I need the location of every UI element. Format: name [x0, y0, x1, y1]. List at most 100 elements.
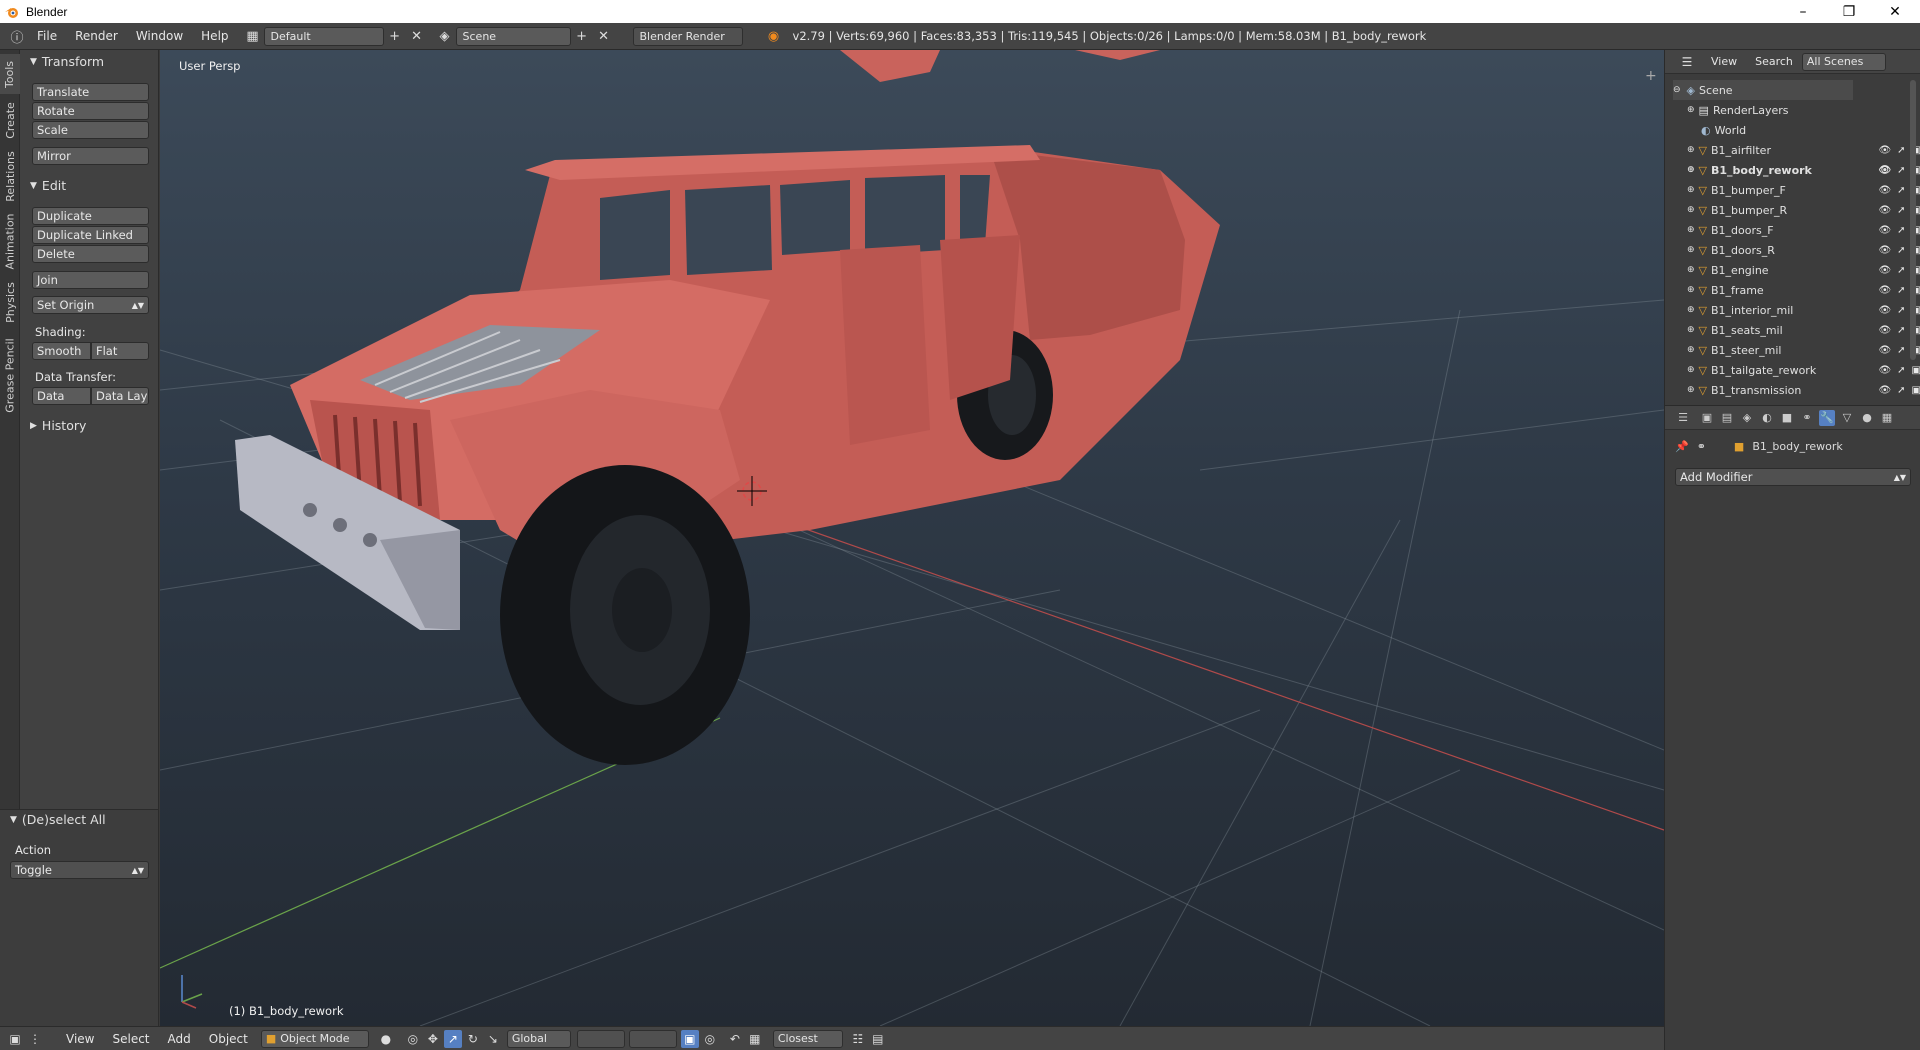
- scene-field[interactable]: Scene: [455, 26, 571, 46]
- remove-layout-icon[interactable]: ✕: [406, 27, 428, 46]
- visibility-eye-icon[interactable]: 👁: [1878, 245, 1891, 256]
- selectable-cursor-icon[interactable]: ➚: [1897, 385, 1905, 396]
- outliner-object-row[interactable]: ⊕▽B1_seats_mil👁➚▣: [1687, 320, 1920, 340]
- smooth-button[interactable]: Smooth: [32, 342, 91, 360]
- visibility-eye-icon[interactable]: 👁: [1878, 285, 1891, 296]
- add-scene-icon[interactable]: +: [571, 27, 593, 46]
- animation-render-icon[interactable]: ▤: [869, 1030, 887, 1048]
- visibility-eye-icon[interactable]: 👁: [1878, 185, 1891, 196]
- pin-icon[interactable]: 📌: [1675, 440, 1689, 453]
- selectable-cursor-icon[interactable]: ➚: [1897, 325, 1905, 336]
- visibility-eye-icon[interactable]: 👁: [1878, 325, 1891, 336]
- selectable-cursor-icon[interactable]: ➚: [1897, 145, 1905, 156]
- screen-layout-icon[interactable]: ▦: [242, 27, 264, 46]
- menu-window[interactable]: Window: [127, 29, 192, 43]
- menu-render[interactable]: Render: [66, 29, 127, 43]
- renderable-camera-icon[interactable]: ▣: [1912, 365, 1920, 376]
- tab-animation[interactable]: Animation: [0, 208, 20, 274]
- menu-file[interactable]: File: [28, 29, 66, 43]
- menu-add[interactable]: Add: [159, 1032, 200, 1046]
- world-tab-icon[interactable]: ◐: [1759, 410, 1775, 426]
- viewport-add-icon[interactable]: +: [1645, 68, 1657, 84]
- proportional-edit-icon[interactable]: ◎: [701, 1030, 719, 1048]
- outliner-object-row[interactable]: ⊕▽B1_frame👁➚▣: [1687, 280, 1920, 300]
- selectable-cursor-icon[interactable]: ➚: [1897, 285, 1905, 296]
- restore-icon[interactable]: ❐: [1826, 0, 1872, 23]
- tab-tools[interactable]: Tools: [0, 54, 20, 94]
- visibility-eye-icon[interactable]: 👁: [1878, 165, 1891, 176]
- transform-orientation-select[interactable]: Global: [506, 1029, 571, 1048]
- duplicate-linked-button[interactable]: Duplicate Linked: [32, 226, 149, 244]
- editor-type-info-icon[interactable]: ⓘ: [6, 27, 28, 46]
- outliner-object-row[interactable]: ⊕▽B1_engine👁➚▣: [1687, 260, 1920, 280]
- render-tab-icon[interactable]: ▣: [1699, 410, 1715, 426]
- flat-button[interactable]: Flat: [91, 342, 149, 360]
- selectable-cursor-icon[interactable]: ➚: [1897, 365, 1905, 376]
- join-button[interactable]: Join: [32, 271, 149, 289]
- duplicate-button[interactable]: Duplicate: [32, 207, 149, 225]
- outliner-object-row[interactable]: ⊕▽B1_airfilter👁➚▣: [1687, 140, 1920, 160]
- outliner-object-row[interactable]: ⊕▽B1_doors_F👁➚▣: [1687, 220, 1920, 240]
- scene-icon[interactable]: ◈: [434, 27, 456, 46]
- close-icon[interactable]: ✕: [1872, 0, 1918, 23]
- outliner-object-row[interactable]: ⊕▽B1_bumper_F👁➚▣: [1687, 180, 1920, 200]
- add-layout-icon[interactable]: +: [384, 27, 406, 46]
- viewport-shading-icon[interactable]: ●: [377, 1030, 395, 1048]
- visibility-eye-icon[interactable]: 👁: [1878, 225, 1891, 236]
- selectable-cursor-icon[interactable]: ➚: [1897, 245, 1905, 256]
- mode-select[interactable]: ■ Object Mode: [260, 1029, 369, 1048]
- manipulator-toggle-icon[interactable]: ✥: [424, 1030, 442, 1048]
- set-origin-dropdown[interactable]: Set Origin ▲▼: [32, 296, 149, 314]
- visibility-eye-icon[interactable]: 👁: [1878, 265, 1891, 276]
- menu-select[interactable]: Select: [103, 1032, 158, 1046]
- visibility-eye-icon[interactable]: 👁: [1878, 365, 1891, 376]
- scale-manipulator-icon[interactable]: ↘: [484, 1030, 502, 1048]
- opengl-render-icon[interactable]: ☷: [849, 1030, 867, 1048]
- outliner-world-row[interactable]: ◐ World: [1701, 120, 1920, 140]
- outliner-object-row[interactable]: ⊕▽B1_doors_R👁➚▣: [1687, 240, 1920, 260]
- header-collapse-icon[interactable]: ⋮: [26, 1030, 44, 1048]
- outliner-scrollbar[interactable]: [1910, 80, 1916, 360]
- outliner-object-row[interactable]: ⊕▽B1_body_rework👁➚▣: [1687, 160, 1920, 180]
- selectable-cursor-icon[interactable]: ➚: [1897, 305, 1905, 316]
- selectable-cursor-icon[interactable]: ➚: [1897, 205, 1905, 216]
- action-select[interactable]: Toggle ▲▼: [10, 861, 149, 879]
- outliner-object-row[interactable]: ⊕▽B1_interior_mil👁➚▣: [1687, 300, 1920, 320]
- layers-grid-2[interactable]: [628, 1029, 677, 1048]
- transform-panel-header[interactable]: ▼ Transform: [30, 54, 104, 69]
- menu-help[interactable]: Help: [192, 29, 237, 43]
- visibility-eye-icon[interactable]: 👁: [1878, 205, 1891, 216]
- snap-element-icon[interactable]: ▦: [746, 1030, 764, 1048]
- data-layout-button[interactable]: Data Layo: [91, 387, 149, 405]
- material-tab-icon[interactable]: ●: [1859, 410, 1875, 426]
- menu-view[interactable]: View: [57, 1032, 103, 1046]
- screen-layout-field[interactable]: Default: [263, 26, 384, 46]
- scale-button[interactable]: Scale: [32, 121, 149, 139]
- tab-grease-pencil[interactable]: Grease Pencil: [0, 330, 20, 420]
- outliner-editor-type-icon[interactable]: ☰: [1673, 53, 1701, 71]
- deselect-all-header[interactable]: ▼ (De)select All: [10, 812, 106, 827]
- outliner-view-menu[interactable]: View: [1702, 55, 1746, 68]
- renderable-camera-icon[interactable]: ▣: [1912, 385, 1920, 396]
- scene-tab-icon[interactable]: ◈: [1739, 410, 1755, 426]
- outliner-renderlayers-row[interactable]: ⊕ ▤ RenderLayers: [1687, 100, 1920, 120]
- translate-manipulator-icon[interactable]: ↗: [443, 1029, 462, 1048]
- delete-button[interactable]: Delete: [32, 245, 149, 263]
- constraints-tab-icon[interactable]: ⚭: [1799, 410, 1815, 426]
- remove-scene-icon[interactable]: ✕: [593, 27, 615, 46]
- menu-object[interactable]: Object: [200, 1032, 257, 1046]
- selectable-cursor-icon[interactable]: ➚: [1897, 345, 1905, 356]
- lock-camera-icon[interactable]: ▣: [680, 1029, 699, 1048]
- outliner-object-row[interactable]: ⊕ ▽ B1_tailgate_rework 👁 ➚ ▣: [1687, 360, 1920, 380]
- outliner-scene-row[interactable]: ⊖ ◈ Scene: [1673, 80, 1853, 100]
- outliner-display-mode[interactable]: All Scenes: [1801, 52, 1886, 71]
- pivot-point-icon[interactable]: ◎: [404, 1030, 422, 1048]
- 3d-viewport[interactable]: + User Persp (1) B1_body_rework: [160, 50, 1664, 1026]
- selectable-cursor-icon[interactable]: ➚: [1897, 265, 1905, 276]
- data-tab-icon[interactable]: ▽: [1839, 410, 1855, 426]
- rotate-button[interactable]: Rotate: [32, 102, 149, 120]
- render-layers-tab-icon[interactable]: ▤: [1719, 410, 1735, 426]
- properties-editor-type-icon[interactable]: ☰: [1671, 410, 1695, 426]
- outliner-object-row[interactable]: ⊕ ▽ B1_transmission 👁 ➚ ▣: [1687, 380, 1920, 400]
- visibility-eye-icon[interactable]: 👁: [1878, 345, 1891, 356]
